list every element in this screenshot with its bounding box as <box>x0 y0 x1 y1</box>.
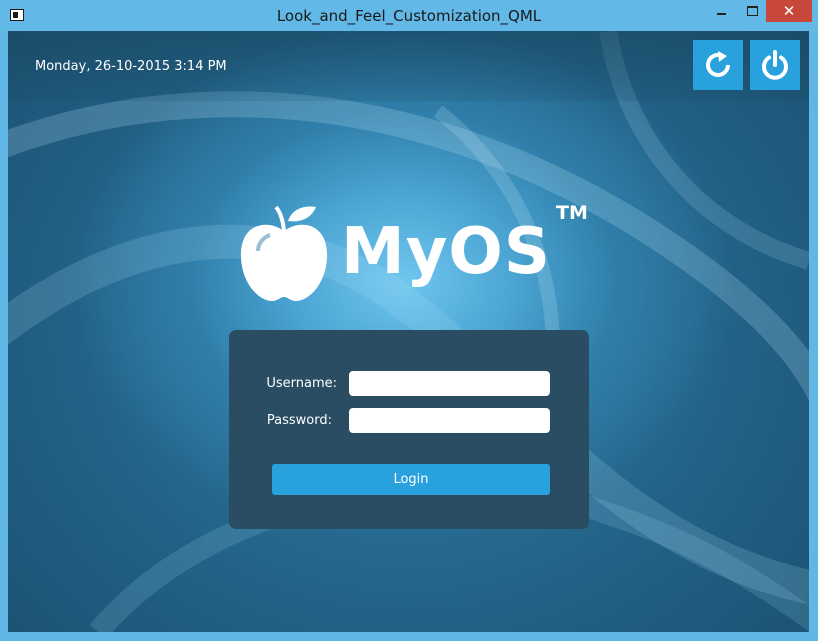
minimize-icon <box>716 13 726 15</box>
login-screen: Monday, 26-10-2015 3:14 PM MyOS TM Usern… <box>8 31 809 632</box>
power-icon <box>762 50 788 80</box>
close-button[interactable]: ✕ <box>766 0 812 22</box>
password-input[interactable] <box>349 408 550 433</box>
title-bar[interactable]: Look_and_Feel_Customization_QML ✕ <box>0 0 818 32</box>
brand-name: MyOS <box>341 215 551 289</box>
power-button[interactable] <box>750 40 800 90</box>
minimize-button[interactable] <box>706 0 736 22</box>
refresh-button[interactable] <box>693 40 743 90</box>
apple-logo-icon <box>240 205 328 301</box>
window-title: Look_and_Feel_Customization_QML <box>276 7 542 25</box>
password-label: Password: <box>266 413 332 428</box>
maximize-button[interactable] <box>737 0 767 22</box>
refresh-icon <box>706 51 730 77</box>
username-input[interactable] <box>349 371 550 396</box>
datetime-label: Monday, 26-10-2015 3:14 PM <box>35 59 227 74</box>
app-window: Look_and_Feel_Customization_QML ✕ Monday… <box>0 0 818 641</box>
login-button[interactable]: Login <box>272 464 550 495</box>
maximize-icon <box>746 6 758 16</box>
login-panel: Username: Password: Login <box>229 330 589 529</box>
close-icon: ✕ <box>782 2 796 20</box>
trademark-mark: TM <box>556 202 588 224</box>
username-label: Username: <box>266 376 337 391</box>
